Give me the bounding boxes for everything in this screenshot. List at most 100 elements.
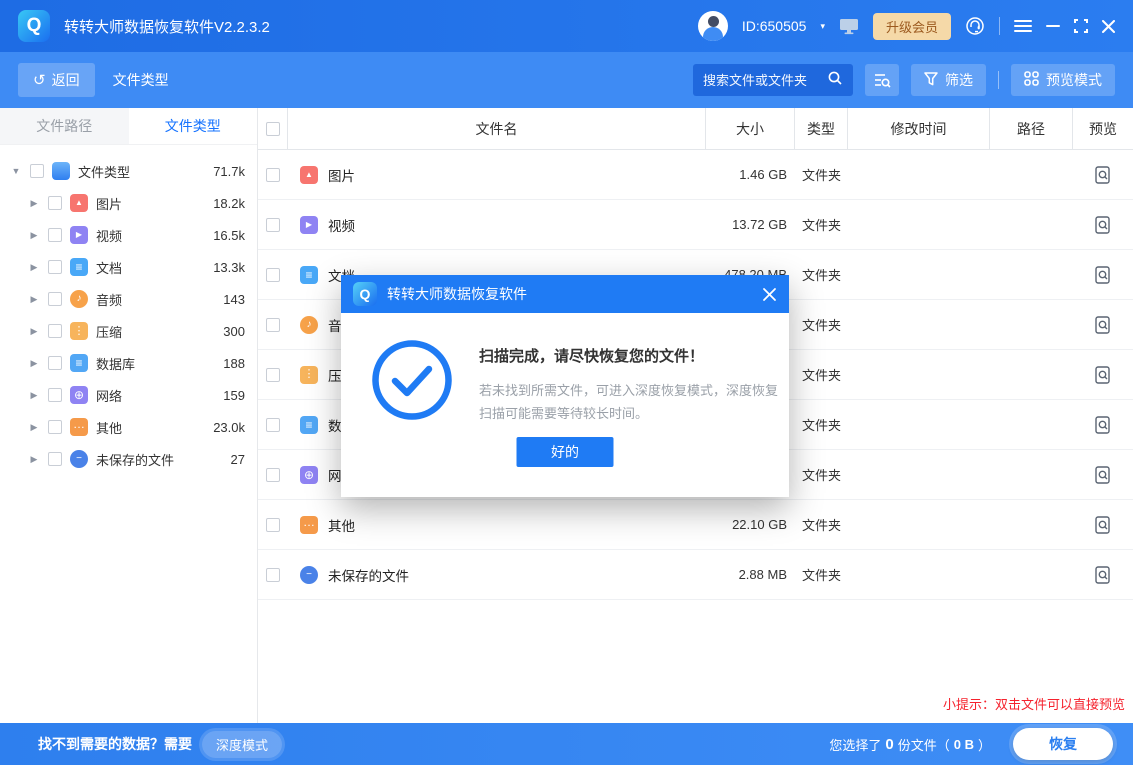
preview-file-icon[interactable] xyxy=(1095,566,1111,584)
header-path[interactable]: 路径 xyxy=(990,108,1073,149)
tree-collapsed-icon[interactable]: ▶ xyxy=(28,422,40,433)
dialog-header[interactable]: 转转大师数据恢复软件 xyxy=(341,275,789,313)
file-modified xyxy=(848,300,990,349)
tree-checkbox[interactable] xyxy=(30,164,44,178)
tree-item-videos[interactable]: ▶ 视频 16.5k xyxy=(0,219,257,251)
search-icon[interactable] xyxy=(827,70,843,91)
monitor-icon[interactable] xyxy=(839,18,859,35)
scan-complete-dialog: 转转大师数据恢复软件 扫描完成，请尽快恢复您的文件！ 若未找到所需文件，可进入深… xyxy=(341,275,789,497)
deep-mode-prompt: 找不到需要的数据？需要 xyxy=(38,734,192,754)
row-checkbox[interactable] xyxy=(266,268,280,282)
tree-item-root[interactable]: ▼ 文件类型 71.7k xyxy=(0,155,257,187)
dialog-ok-button[interactable]: 好的 xyxy=(517,437,614,467)
tree-checkbox[interactable] xyxy=(48,292,62,306)
selection-prefix: 您选择了 xyxy=(829,735,881,754)
customer-service-icon[interactable] xyxy=(965,16,985,36)
tree-collapsed-icon[interactable]: ▶ xyxy=(28,326,40,337)
tree-item-count: 18.2k xyxy=(213,196,245,211)
tree-checkbox[interactable] xyxy=(48,260,62,274)
tree-item-network[interactable]: ▶ 网络 159 xyxy=(0,379,257,411)
tree-collapsed-icon[interactable]: ▶ xyxy=(28,198,40,209)
tree-item-audio[interactable]: ▶ 音频 143 xyxy=(0,283,257,315)
preview-file-icon[interactable] xyxy=(1095,466,1111,484)
other-folder-icon xyxy=(300,516,318,534)
deep-mode-button[interactable]: 深度模式 xyxy=(202,731,282,758)
tree-checkbox[interactable] xyxy=(48,388,62,402)
dialog-close-icon[interactable] xyxy=(762,287,777,302)
chevron-down-icon[interactable]: ▾ xyxy=(820,21,825,32)
file-type: 文件夹 xyxy=(795,200,848,249)
row-checkbox[interactable] xyxy=(266,418,280,432)
tab-file-path[interactable]: 文件路径 xyxy=(0,108,129,144)
dialog-title: 转转大师数据恢复软件 xyxy=(387,284,752,304)
user-id-label[interactable]: ID:650505 xyxy=(742,18,807,34)
preview-file-icon[interactable] xyxy=(1095,166,1111,184)
row-checkbox[interactable] xyxy=(266,468,280,482)
row-checkbox[interactable] xyxy=(266,568,280,582)
tree-item-database[interactable]: ▶ 数据库 188 xyxy=(0,347,257,379)
preview-file-icon[interactable] xyxy=(1095,266,1111,284)
filter-button-label: 筛选 xyxy=(945,70,973,90)
upgrade-member-badge[interactable]: 升级会员 xyxy=(873,13,951,40)
header-modified[interactable]: 修改时间 xyxy=(848,108,990,149)
row-checkbox[interactable] xyxy=(266,218,280,232)
tree-collapsed-icon[interactable]: ▶ xyxy=(28,294,40,305)
filter-button[interactable]: 筛选 xyxy=(911,64,986,96)
file-modified xyxy=(848,550,990,599)
preview-file-icon[interactable] xyxy=(1095,366,1111,384)
row-checkbox[interactable] xyxy=(266,318,280,332)
preview-file-icon[interactable] xyxy=(1095,416,1111,434)
search-input[interactable] xyxy=(703,73,821,88)
back-button[interactable]: ↺ 返回 xyxy=(18,63,95,97)
row-checkbox[interactable] xyxy=(266,368,280,382)
tab-file-type[interactable]: 文件类型 xyxy=(129,108,258,144)
tree-checkbox[interactable] xyxy=(48,228,62,242)
file-modified xyxy=(848,200,990,249)
row-checkbox[interactable] xyxy=(266,168,280,182)
tree-item-archives[interactable]: ▶ 压缩 300 xyxy=(0,315,257,347)
tree-expanded-icon[interactable]: ▼ xyxy=(10,166,22,176)
close-icon[interactable] xyxy=(1102,20,1115,33)
preview-file-icon[interactable] xyxy=(1095,516,1111,534)
tree-collapsed-icon[interactable]: ▶ xyxy=(28,390,40,401)
tree-checkbox[interactable] xyxy=(48,324,62,338)
file-modified xyxy=(848,250,990,299)
menu-icon[interactable] xyxy=(1014,19,1032,33)
file-path xyxy=(990,500,1073,549)
tree-collapsed-icon[interactable]: ▶ xyxy=(28,358,40,369)
select-all-checkbox[interactable] xyxy=(266,122,280,136)
table-row-other[interactable]: 其他 22.10 GB 文件夹 xyxy=(258,500,1133,550)
tree-checkbox[interactable] xyxy=(48,356,62,370)
tree-collapsed-icon[interactable]: ▶ xyxy=(28,230,40,241)
row-checkbox[interactable] xyxy=(266,518,280,532)
table-row-videos[interactable]: 视频 13.72 GB 文件夹 xyxy=(258,200,1133,250)
tree-checkbox[interactable] xyxy=(48,452,62,466)
tree-item-images[interactable]: ▶ 图片 18.2k xyxy=(0,187,257,219)
other-folder-icon xyxy=(70,418,88,436)
header-type[interactable]: 类型 xyxy=(795,108,848,149)
file-type: 文件夹 xyxy=(795,500,848,549)
header-size[interactable]: 大小 xyxy=(706,108,795,149)
unsaved-file-icon xyxy=(300,566,318,584)
table-row-unsaved[interactable]: 未保存的文件 2.88 MB 文件夹 xyxy=(258,550,1133,600)
table-row-images[interactable]: 图片 1.46 GB 文件夹 xyxy=(258,150,1133,200)
preview-mode-button[interactable]: 预览模式 xyxy=(1011,64,1115,96)
tree-collapsed-icon[interactable]: ▶ xyxy=(28,454,40,465)
minimize-icon[interactable] xyxy=(1046,19,1060,33)
header-preview[interactable]: 预览 xyxy=(1073,108,1133,149)
toolbar-left: ↺ 返回 文件类型 xyxy=(18,63,169,97)
tree-checkbox[interactable] xyxy=(48,196,62,210)
preview-file-icon[interactable] xyxy=(1095,216,1111,234)
tree-checkbox[interactable] xyxy=(48,420,62,434)
preview-file-icon[interactable] xyxy=(1095,316,1111,334)
tree-item-documents[interactable]: ▶ 文档 13.3k xyxy=(0,251,257,283)
recover-button[interactable]: 恢复 xyxy=(1013,728,1113,760)
maximize-icon[interactable] xyxy=(1074,19,1088,33)
tree-item-other[interactable]: ▶ 其他 23.0k xyxy=(0,411,257,443)
user-avatar[interactable] xyxy=(698,11,728,41)
header-filename[interactable]: 文件名 xyxy=(288,108,706,149)
advanced-search-button[interactable] xyxy=(865,64,899,96)
file-modified xyxy=(848,150,990,199)
tree-item-unsaved[interactable]: ▶ 未保存的文件 27 xyxy=(0,443,257,475)
tree-collapsed-icon[interactable]: ▶ xyxy=(28,262,40,273)
